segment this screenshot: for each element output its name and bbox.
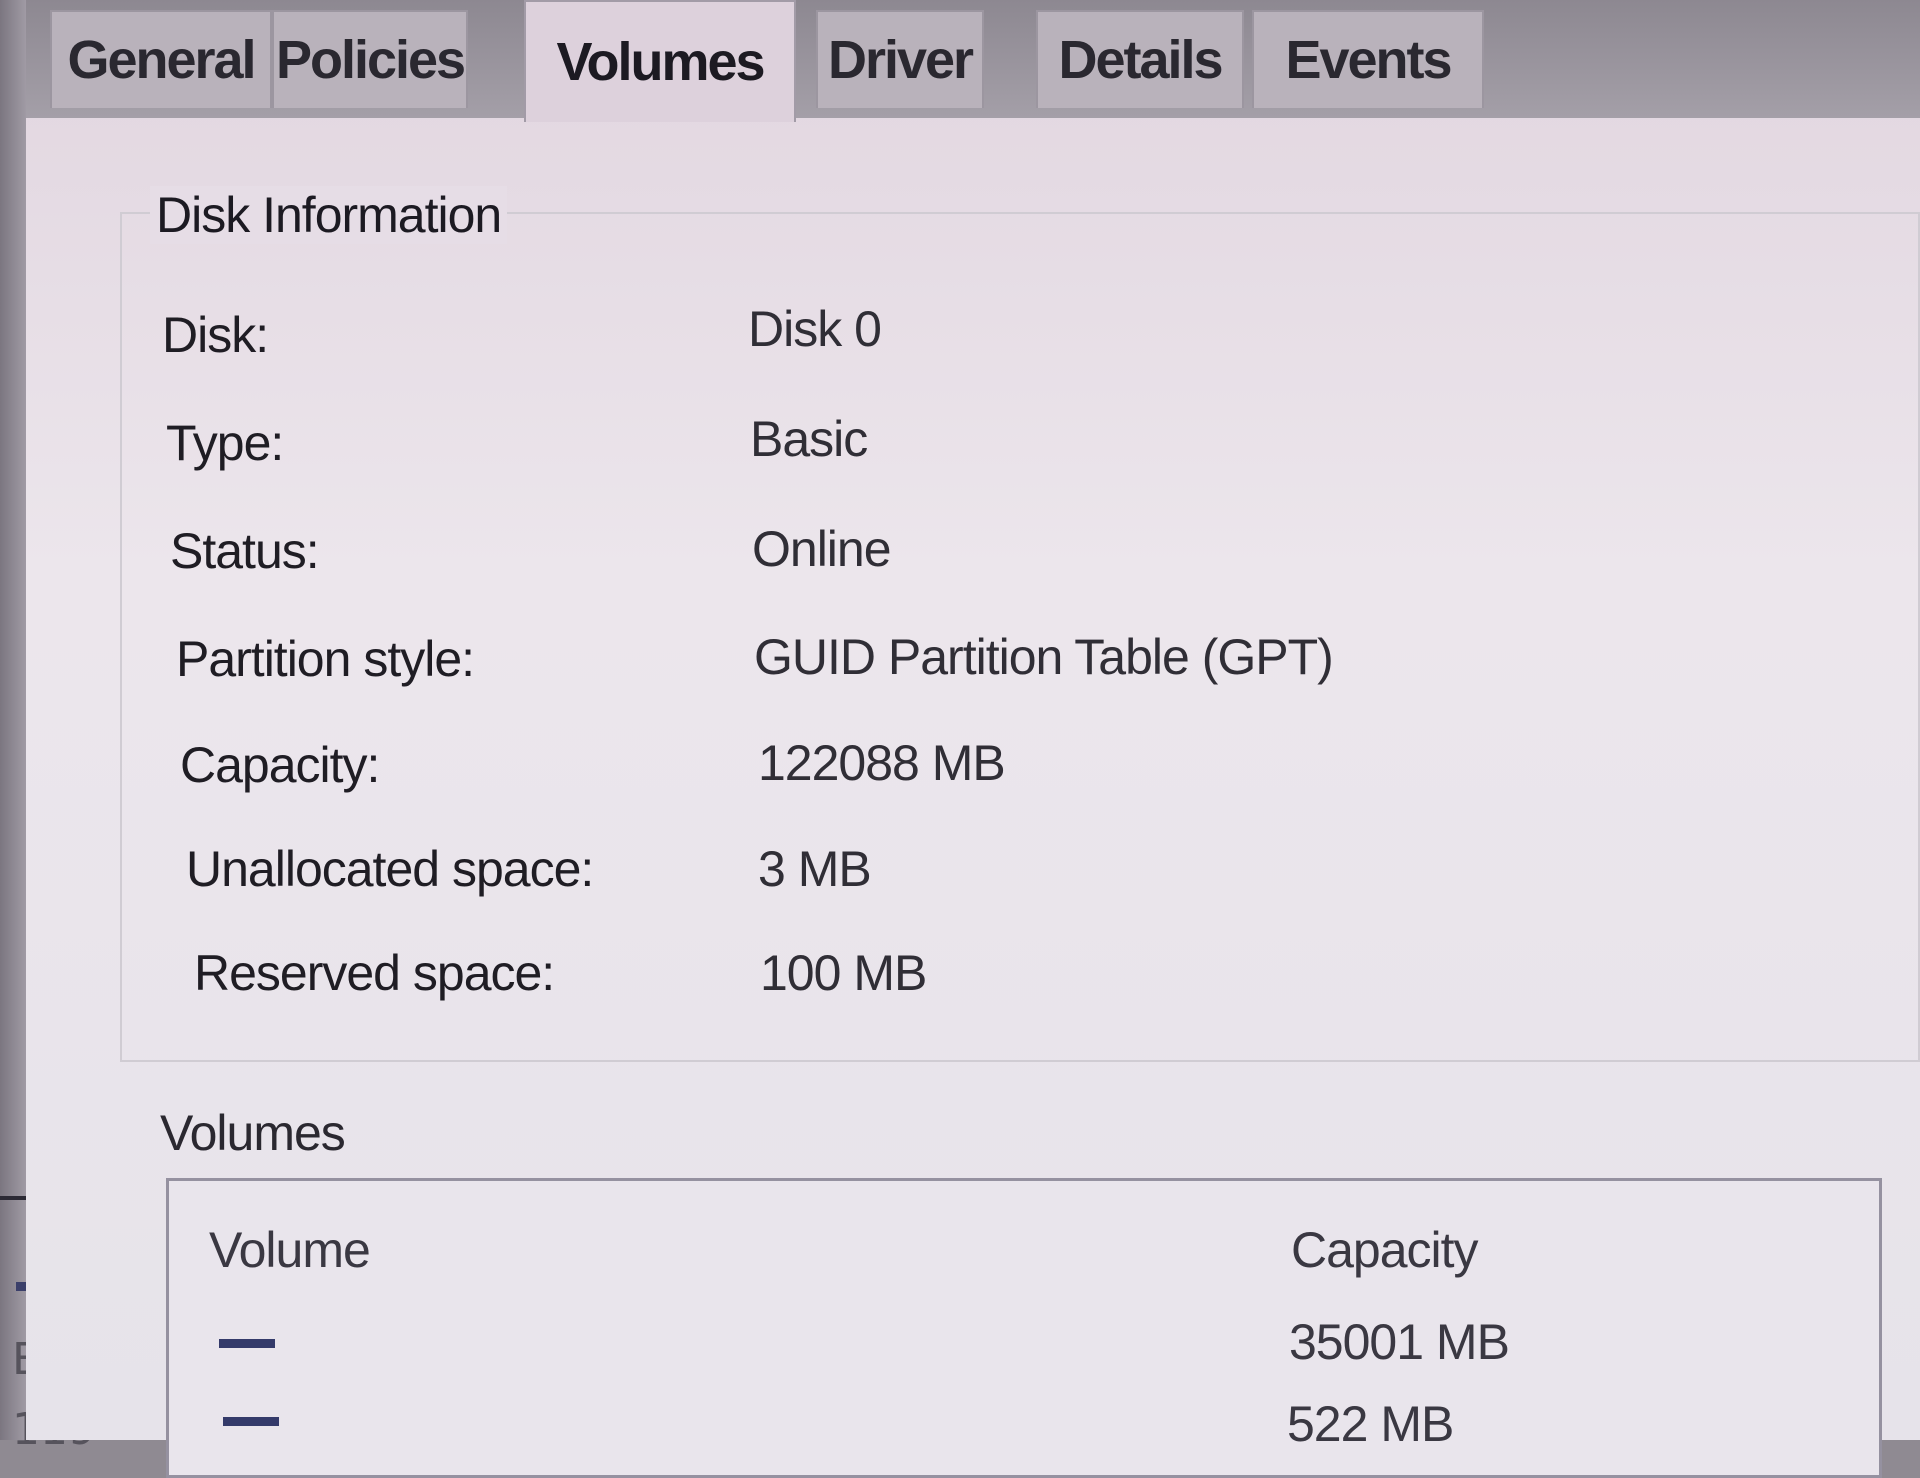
volumes-section-title: Volumes [160,1105,346,1161]
unallocated-space-label: Unallocated space: [186,841,594,897]
tab-strip: General Policies Volumes Driver Details … [26,0,1920,122]
column-header-volume[interactable]: Volume [209,1221,371,1279]
volume-bar-icon [219,1339,275,1348]
reserved-space-value: 100 MB [760,945,927,1001]
status-value: Online [752,521,892,577]
tab-events[interactable]: Events [1252,10,1484,108]
type-value: Basic [750,411,868,467]
unallocated-space-value: 3 MB [758,841,872,897]
volume-capacity: 522 MB [1287,1396,1454,1452]
partition-style-label: Partition style: [176,631,475,687]
partition-style-value: GUID Partition Table (GPT) [754,629,1334,685]
tab-driver[interactable]: Driver [816,10,984,108]
disk-label: Disk: [162,307,269,363]
volume-bar-icon [223,1417,279,1426]
status-label: Status: [170,523,320,579]
capacity-label: Capacity: [180,737,380,793]
disk-information-title: Disk Information [150,186,508,244]
tab-volumes[interactable]: Volumes [524,0,796,122]
tab-policies[interactable]: Policies [272,10,468,108]
volume-capacity: 35001 MB [1289,1314,1510,1370]
capacity-value: 122088 MB [758,735,1006,791]
column-header-capacity[interactable]: Capacity [1291,1221,1479,1279]
disk-value: Disk 0 [748,301,882,357]
tab-general[interactable]: General [50,10,272,108]
volumes-list[interactable]: Volume Capacity 35001 MB 522 MB [166,1178,1882,1478]
reserved-space-label: Reserved space: [194,945,555,1001]
tab-details[interactable]: Details [1036,10,1244,108]
type-label: Type: [166,415,284,471]
